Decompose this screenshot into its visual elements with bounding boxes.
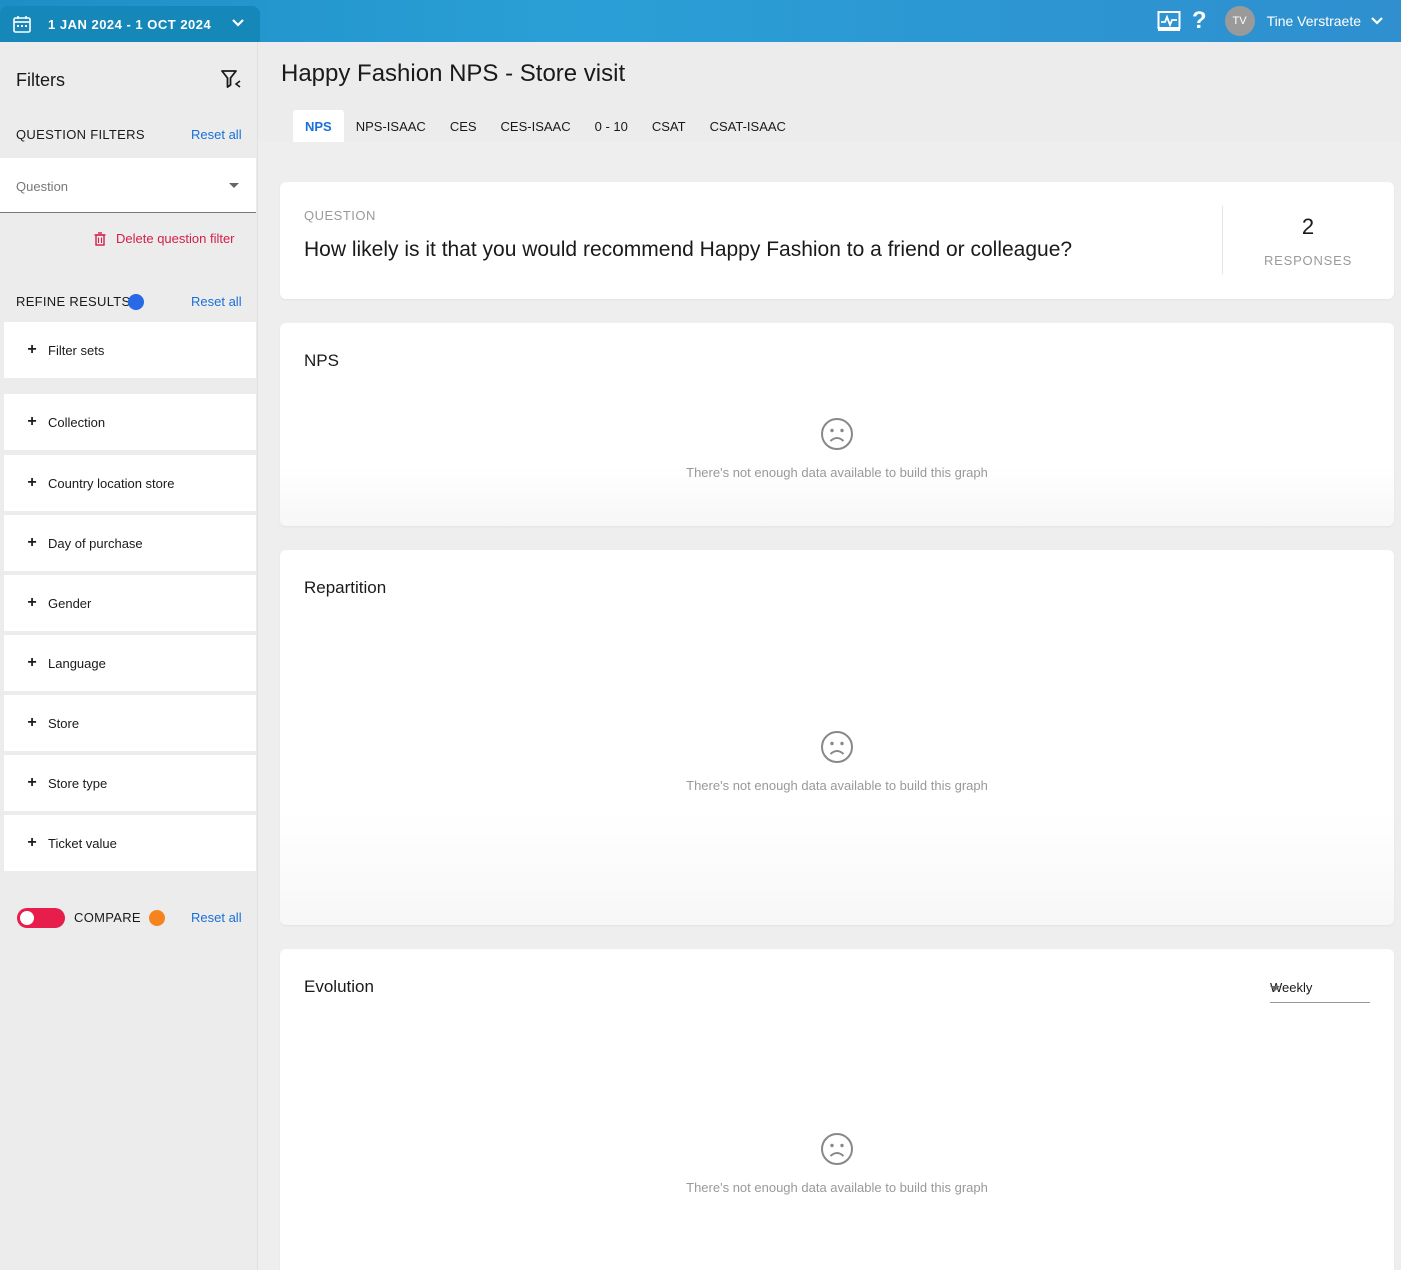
filters-sidebar: Filters QUESTION FILTERS Reset all Quest… xyxy=(0,42,258,1270)
plus-icon: + xyxy=(27,534,37,551)
evolution-card-title: Evolution xyxy=(304,977,374,996)
avatar[interactable]: TV xyxy=(1224,6,1255,36)
refine-results-title: REFINE RESULTS xyxy=(16,294,131,309)
nps-empty-state: There's not enough data available to bui… xyxy=(280,417,1394,480)
question-select[interactable]: Question xyxy=(0,158,256,213)
evolution-card: Evolution Weekly There's not enough data… xyxy=(280,949,1394,1270)
tab-csat[interactable]: CSAT xyxy=(640,110,698,142)
tab-ces[interactable]: CES xyxy=(438,110,489,142)
refine-reset-link[interactable]: Reset all xyxy=(191,294,242,309)
filter-clear-icon[interactable] xyxy=(220,68,242,90)
question-filters-reset-link[interactable]: Reset all xyxy=(191,127,242,142)
question-tabs: NPS NPS-ISAAC CES CES-ISAAC 0 - 10 CSAT … xyxy=(293,110,798,142)
nps-card-title: NPS xyxy=(304,351,339,370)
refine-item-label: Ticket value xyxy=(48,835,117,851)
sad-face-icon xyxy=(821,731,853,763)
refine-item-label: Store xyxy=(48,715,80,731)
refine-item-language[interactable]: + Language xyxy=(4,635,256,691)
plus-icon: + xyxy=(27,594,37,611)
caret-down-icon xyxy=(229,183,239,188)
chevron-down-icon xyxy=(232,19,244,27)
tab-nps-isaac[interactable]: NPS-ISAAC xyxy=(344,110,438,142)
question-text: How likely is it that you would recommen… xyxy=(304,238,1073,261)
refine-status-dot xyxy=(128,294,144,310)
nps-card: NPS There's not enough data available to… xyxy=(280,323,1394,526)
refine-item-label: Collection xyxy=(48,414,106,430)
plus-icon: + xyxy=(27,834,37,851)
top-bar: 1 JAN 2024 - 1 OCT 2024 ? TV Tine Verstr… xyxy=(0,0,1401,42)
compare-reset-link[interactable]: Reset all xyxy=(191,910,242,925)
tab-ces-isaac[interactable]: CES-ISAAC xyxy=(489,110,583,142)
question-select-placeholder: Question xyxy=(16,179,69,194)
help-icon[interactable]: ? xyxy=(1192,7,1207,35)
sad-face-icon xyxy=(821,1133,853,1165)
question-card: QUESTION How likely is it that you would… xyxy=(280,182,1394,299)
chevron-down-icon[interactable] xyxy=(1369,13,1385,29)
plus-icon: + xyxy=(27,341,37,358)
delete-question-filter-button[interactable]: Delete question filter xyxy=(94,231,235,246)
trash-icon xyxy=(94,231,106,246)
question-label: QUESTION xyxy=(304,208,376,223)
responses-label: RESPONSES xyxy=(1263,253,1353,268)
tab-nps[interactable]: NPS xyxy=(293,110,344,142)
calendar-icon xyxy=(13,16,31,33)
refine-item-label: Gender xyxy=(48,595,92,611)
evolution-empty-state: There's not enough data available to bui… xyxy=(280,1132,1394,1195)
responses-count: 2 xyxy=(1301,214,1315,239)
compare-status-dot xyxy=(149,910,165,926)
repartition-card: Repartition There's not enough data avai… xyxy=(280,550,1394,925)
refine-item-filter-sets[interactable]: + Filter sets xyxy=(4,322,256,378)
refine-item-label: Filter sets xyxy=(48,342,105,358)
refine-item-label: Language xyxy=(48,655,106,671)
empty-message: There's not enough data available to bui… xyxy=(686,778,988,793)
refine-item-label: Country location store xyxy=(48,475,175,491)
refine-item-country-location-store[interactable]: + Country location store xyxy=(4,455,256,511)
refine-item-store[interactable]: + Store xyxy=(4,695,256,751)
tab-0-10[interactable]: 0 - 10 xyxy=(583,110,640,142)
repartition-empty-state: There's not enough data available to bui… xyxy=(280,730,1394,793)
tab-csat-isaac[interactable]: CSAT-ISAAC xyxy=(698,110,798,142)
repartition-card-title: Repartition xyxy=(304,578,387,597)
refine-item-gender[interactable]: + Gender xyxy=(4,575,256,631)
caret-down-icon xyxy=(1270,986,1280,991)
date-range-picker[interactable]: 1 JAN 2024 - 1 OCT 2024 xyxy=(0,6,260,42)
refine-item-label: Day of purchase xyxy=(48,535,143,551)
plus-icon: + xyxy=(27,474,37,491)
empty-message: There's not enough data available to bui… xyxy=(686,465,988,480)
empty-message: There's not enough data available to bui… xyxy=(686,1180,988,1195)
compare-label: COMPARE xyxy=(74,910,141,925)
question-filters-title: QUESTION FILTERS xyxy=(16,127,145,142)
refine-item-collection[interactable]: + Collection xyxy=(4,394,256,450)
date-range-label: 1 JAN 2024 - 1 OCT 2024 xyxy=(48,16,212,32)
sad-face-icon xyxy=(821,418,853,450)
page-title: Happy Fashion NPS - Store visit xyxy=(281,60,626,87)
plus-icon: + xyxy=(27,654,37,671)
plus-icon: + xyxy=(27,714,37,731)
plus-icon: + xyxy=(27,413,37,430)
sidebar-title: Filters xyxy=(16,70,65,90)
user-name[interactable]: Tine Verstraete xyxy=(1267,13,1361,29)
plus-icon: + xyxy=(27,774,37,791)
refine-item-store-type[interactable]: + Store type xyxy=(4,755,256,811)
refine-item-day-of-purchase[interactable]: + Day of purchase xyxy=(4,515,256,571)
dashboard-icon[interactable] xyxy=(1156,8,1182,34)
refine-item-label: Store type xyxy=(48,775,108,791)
refine-item-ticket-value[interactable]: + Ticket value xyxy=(4,815,256,871)
delete-question-filter-label: Delete question filter xyxy=(116,231,235,246)
interval-select[interactable]: Weekly xyxy=(1270,977,1370,1003)
compare-toggle[interactable] xyxy=(17,908,65,928)
